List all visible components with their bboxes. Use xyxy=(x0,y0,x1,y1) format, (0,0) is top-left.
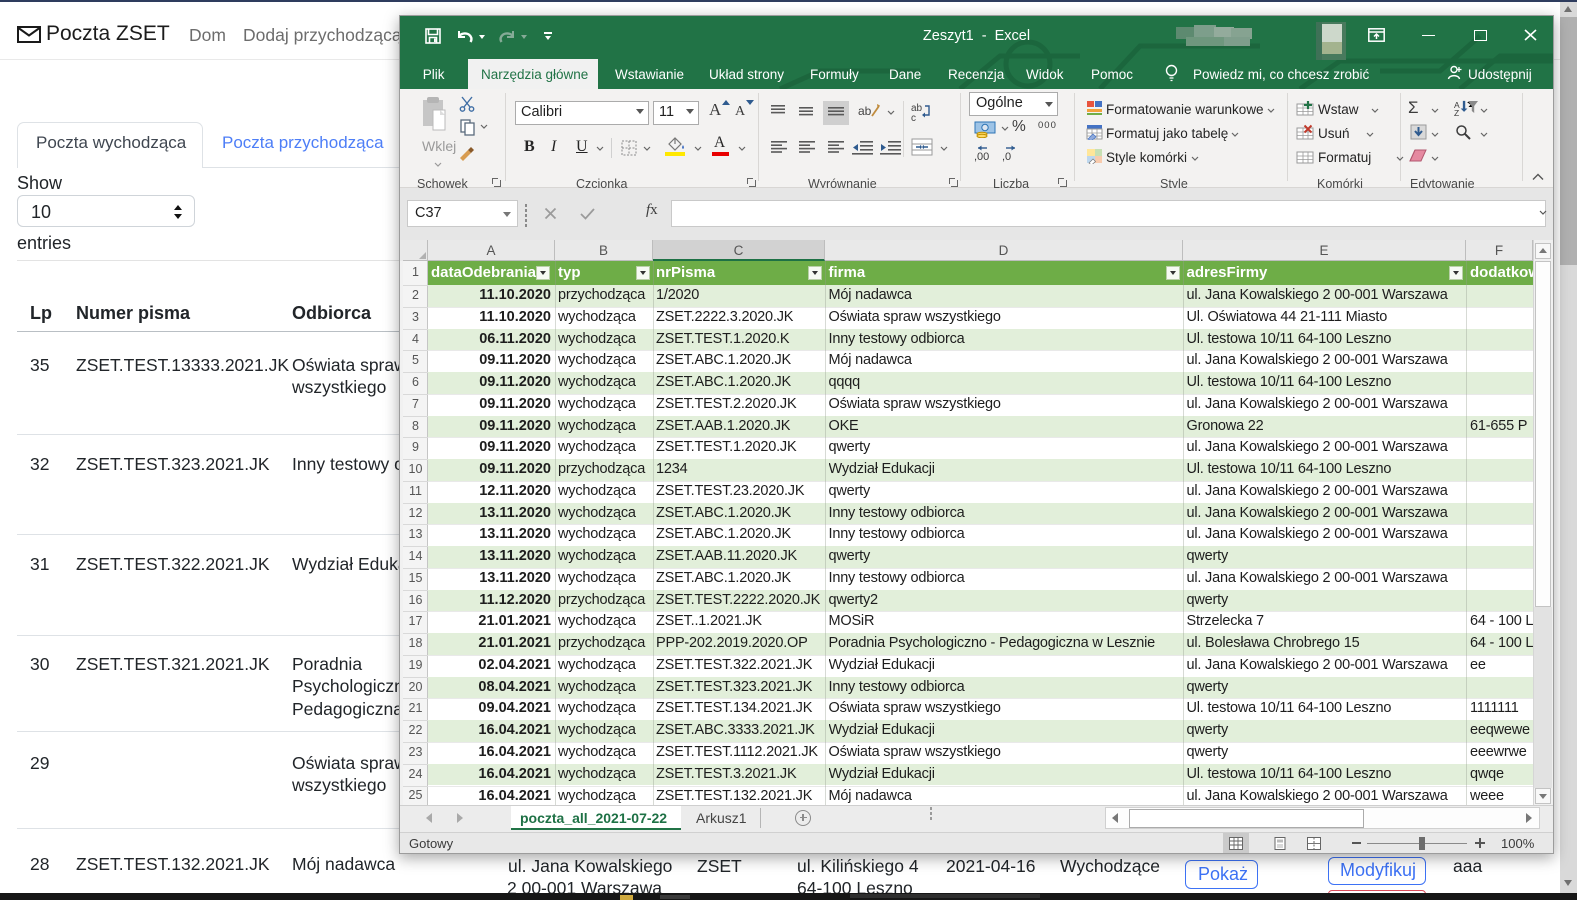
svg-text:Z: Z xyxy=(1454,108,1459,116)
svg-text:,0: ,0 xyxy=(1002,151,1011,162)
svg-text:,00: ,00 xyxy=(974,151,989,162)
svg-text:ab: ab xyxy=(858,104,872,118)
svg-text:c: c xyxy=(911,113,916,122)
